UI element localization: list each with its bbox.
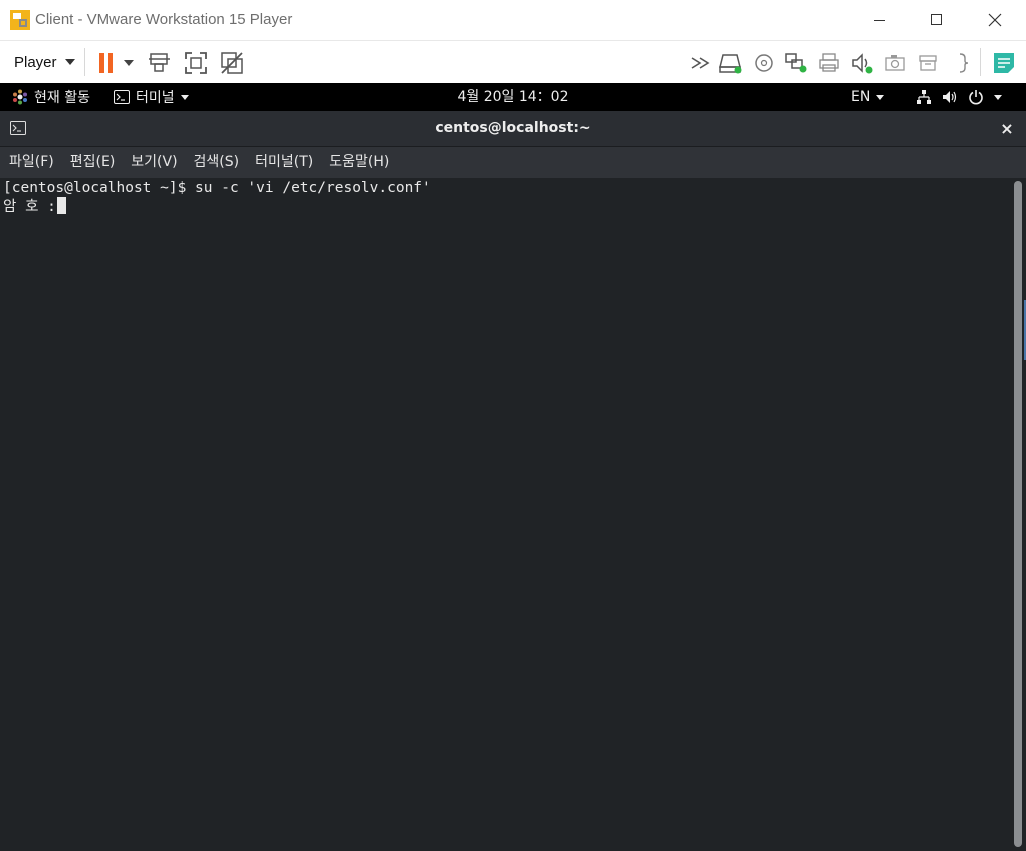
chevron-down-icon <box>876 94 885 100</box>
send-ctrl-alt-del-icon <box>149 53 170 72</box>
pause-button[interactable] <box>93 50 119 76</box>
terminal-headerbar: centos@localhost:~ × <box>0 111 1026 147</box>
menu-edit[interactable]: 편집(E) <box>62 147 124 178</box>
send-ctrl-alt-del-button[interactable] <box>147 50 173 76</box>
pause-icon <box>99 53 113 73</box>
password-prompt: 암 호 : <box>3 199 56 215</box>
terminal-output[interactable]: [centos@localhost ~]$ su -c 'vi /etc/res… <box>0 178 1026 851</box>
terminal-scrollbar[interactable] <box>1014 181 1022 847</box>
power-dropdown-button[interactable] <box>119 50 139 76</box>
terminal-close-button[interactable]: × <box>997 120 1017 138</box>
window-title: Client - VMware Workstation 15 Player <box>35 11 293 28</box>
removable-device-button[interactable] <box>915 50 941 76</box>
terminal-title: centos@localhost:~ <box>435 120 591 136</box>
vmware-app-icon <box>10 10 30 30</box>
player-menu-label: Player <box>14 53 57 71</box>
network-adapter-button[interactable] <box>783 50 809 76</box>
network-adapter-icon <box>785 53 807 73</box>
removable-device-icon <box>919 55 937 71</box>
menu-view[interactable]: 보기(V) <box>123 147 185 178</box>
toolbar-divider <box>84 48 85 76</box>
minimize-icon <box>874 20 885 21</box>
input-language-button[interactable]: EN <box>851 87 885 107</box>
more-devices-icon <box>691 57 710 69</box>
camera-button[interactable] <box>882 50 908 76</box>
menu-search[interactable]: 검색(S) <box>186 147 248 178</box>
display-button[interactable] <box>950 50 976 76</box>
window-titlebar: Client - VMware Workstation 15 Player <box>0 0 1026 40</box>
close-icon <box>988 13 1002 27</box>
maximize-icon <box>931 14 942 25</box>
terminal-menubar: 파일(F) 편집(E) 보기(V) 검색(S) 터미널(T) 도움말(H) <box>0 147 1026 178</box>
chevron-down-icon <box>64 59 75 65</box>
terminal-line-password-prompt: 암 호 : <box>3 197 66 216</box>
toolbar-divider <box>980 48 981 76</box>
power-icon <box>969 90 983 105</box>
sound-card-icon <box>852 53 873 74</box>
volume-icon <box>943 91 957 103</box>
unity-button[interactable] <box>219 50 245 76</box>
menu-terminal[interactable]: 터미널(T) <box>247 147 321 178</box>
maximize-button[interactable] <box>908 0 966 40</box>
sound-card-button[interactable] <box>849 50 875 76</box>
display-icon <box>959 53 969 73</box>
chevron-down-icon <box>124 60 134 66</box>
hard-disk-icon <box>719 54 742 74</box>
minimize-button[interactable] <box>851 0 909 40</box>
message-log-button[interactable] <box>991 50 1017 76</box>
close-button[interactable] <box>966 0 1024 40</box>
fullscreen-icon <box>185 52 207 74</box>
camera-icon <box>885 55 905 71</box>
input-language-label: EN <box>851 89 871 105</box>
hard-disk-button[interactable] <box>718 50 744 76</box>
more-devices-button[interactable] <box>688 50 714 76</box>
player-menu-button[interactable]: Player <box>14 41 75 83</box>
network-wired-icon <box>917 90 931 104</box>
gnome-top-bar: 현재 활동 터미널 4월 20일 14：02 EN <box>0 83 1026 111</box>
chevron-down-icon <box>994 94 1002 100</box>
menu-help[interactable]: 도움말(H) <box>321 147 397 178</box>
fullscreen-button[interactable] <box>183 50 209 76</box>
text-cursor <box>56 197 66 214</box>
printer-button[interactable] <box>816 50 842 76</box>
cd-dvd-icon <box>755 54 773 72</box>
system-status-menu[interactable] <box>916 87 1002 107</box>
menu-file[interactable]: 파일(F) <box>0 147 62 178</box>
printer-icon <box>819 53 839 72</box>
terminal-line-command: [centos@localhost ~]$ su -c 'vi /etc/res… <box>3 180 431 196</box>
scrollbar-thumb[interactable] <box>1014 181 1022 847</box>
unity-icon <box>221 52 243 74</box>
vmware-player-window: Client - VMware Workstation 15 Player Pl… <box>0 0 1026 851</box>
message-log-icon <box>994 53 1014 73</box>
cd-dvd-button[interactable] <box>751 50 777 76</box>
vmware-toolbar: Player <box>0 40 1026 83</box>
